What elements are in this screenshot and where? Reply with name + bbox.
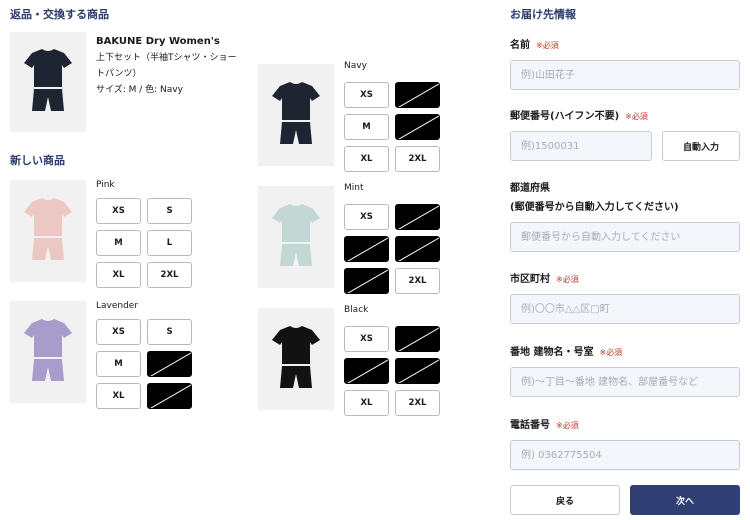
returned-product-desc-1: 上下セット（半袖Tシャツ・ショー — [96, 53, 237, 63]
apparel-icon — [24, 49, 72, 111]
name-label: 名前 ※必須 — [510, 40, 559, 51]
returns-title: 返品・交換する商品 — [10, 8, 109, 21]
size-button-mint-xs[interactable]: XS — [344, 204, 389, 230]
size-button-lavender-l: L — [147, 351, 192, 377]
postal-label: 郵便番号(ハイフン不要) ※必須 — [510, 111, 648, 122]
product-image-pink — [10, 180, 86, 282]
returned-product-desc-2: トパンツ） — [96, 69, 142, 79]
size-button-black-m: M — [344, 358, 389, 384]
city-label: 市区町村 ※必須 — [510, 274, 579, 285]
size-button-pink-xs[interactable]: XS — [96, 198, 141, 224]
size-button-lavender-m[interactable]: M — [96, 351, 141, 377]
returned-product-image — [10, 32, 86, 132]
color-label-lavender: Lavender — [96, 301, 139, 311]
color-label-pink: Pink — [96, 180, 115, 190]
size-button-lavender-2xl: 2XL — [147, 383, 192, 409]
size-button-pink-m[interactable]: M — [96, 230, 141, 256]
size-button-black-xs[interactable]: XS — [344, 326, 389, 352]
size-button-navy-xl[interactable]: XL — [344, 146, 389, 172]
required-mark: ※必須 — [599, 348, 623, 357]
product-image-mint — [258, 186, 334, 288]
apparel-icon — [24, 198, 72, 260]
next-button[interactable]: 次へ — [630, 485, 740, 515]
required-mark: ※必須 — [556, 275, 579, 284]
size-button-pink-2xl[interactable]: 2XL — [147, 262, 192, 288]
size-button-lavender-xl[interactable]: XL — [96, 383, 141, 409]
size-button-pink-xl[interactable]: XL — [96, 262, 141, 288]
color-label-black: Black — [344, 305, 369, 315]
size-button-lavender-xs[interactable]: XS — [96, 319, 141, 345]
size-button-mint-s: S — [395, 204, 440, 230]
address-input[interactable] — [510, 367, 740, 397]
color-label-mint: Mint — [344, 183, 364, 193]
apparel-icon — [272, 204, 320, 266]
size-button-black-l: L — [395, 358, 440, 384]
delivery-title: お届け先情報 — [510, 8, 576, 21]
size-button-navy-2xl[interactable]: 2XL — [395, 146, 440, 172]
back-button[interactable]: 戻る — [510, 485, 620, 515]
name-input[interactable] — [510, 60, 740, 90]
prefecture-hint: (郵便番号から自動入力してください) — [510, 202, 679, 213]
prefecture-input[interactable] — [510, 222, 740, 252]
size-button-navy-m[interactable]: M — [344, 114, 389, 140]
apparel-icon — [272, 82, 320, 144]
size-button-pink-l[interactable]: L — [147, 230, 192, 256]
apparel-icon — [272, 326, 320, 388]
auto-fill-button[interactable]: 自動入力 — [662, 131, 740, 161]
new-items-title: 新しい商品 — [10, 154, 65, 167]
phone-label: 電話番号 ※必須 — [510, 420, 579, 431]
size-button-pink-s[interactable]: S — [147, 198, 192, 224]
returned-product-spec: サイズ: M / 色: Navy — [96, 85, 183, 95]
size-button-black-xl[interactable]: XL — [344, 390, 389, 416]
size-button-navy-s: S — [395, 82, 440, 108]
product-image-black — [258, 308, 334, 410]
size-button-mint-l: L — [395, 236, 440, 262]
size-button-mint-xl: XL — [344, 268, 389, 294]
size-button-black-s: S — [395, 326, 440, 352]
size-button-black-2xl[interactable]: 2XL — [395, 390, 440, 416]
required-mark: ※必須 — [625, 112, 648, 121]
postal-input[interactable] — [510, 131, 652, 161]
required-mark: ※必須 — [556, 421, 579, 430]
size-button-mint-m: M — [344, 236, 389, 262]
size-button-navy-xs[interactable]: XS — [344, 82, 389, 108]
product-image-navy — [258, 64, 334, 166]
size-button-navy-l: L — [395, 114, 440, 140]
required-mark: ※必須 — [536, 41, 559, 50]
color-label-navy: Navy — [344, 61, 367, 71]
returned-product-name: BAKUNE Dry Women's — [96, 36, 220, 47]
city-input[interactable] — [510, 294, 740, 324]
size-button-lavender-s[interactable]: S — [147, 319, 192, 345]
product-image-lavender — [10, 301, 86, 403]
phone-input[interactable] — [510, 440, 740, 470]
prefecture-label: 都道府県 — [510, 183, 550, 194]
size-button-mint-2xl[interactable]: 2XL — [395, 268, 440, 294]
address-label: 番地 建物名・号室 ※必須 — [510, 347, 623, 358]
apparel-icon — [24, 319, 72, 381]
